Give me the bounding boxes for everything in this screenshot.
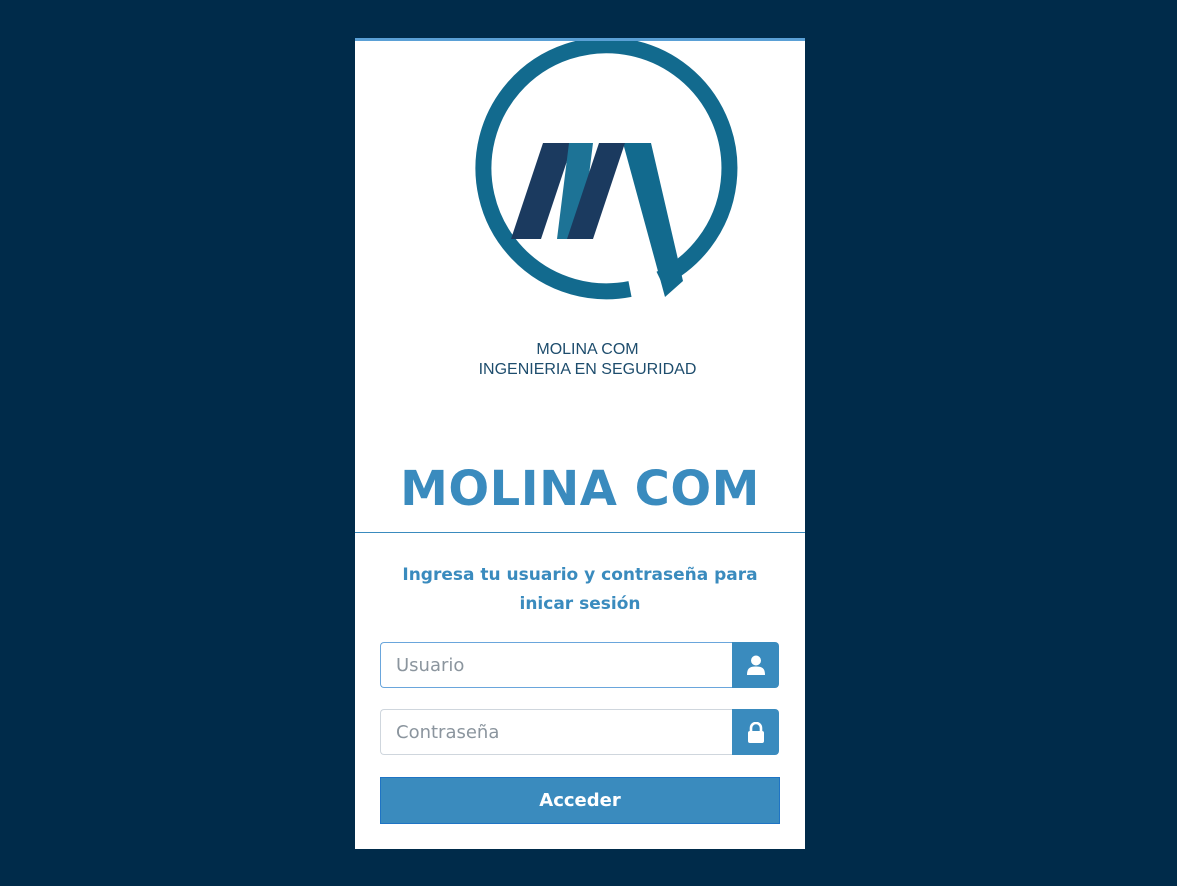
login-button[interactable]: Acceder bbox=[380, 777, 780, 824]
logo-emblem bbox=[475, 41, 738, 300]
login-card: MOLINA COM INGENIERIA EN SEGURIDAD MOLIN… bbox=[355, 38, 805, 849]
company-logo: MOLINA COM INGENIERIA EN SEGURIDAD bbox=[355, 41, 805, 441]
logo-caption-name: MOLINA COM bbox=[536, 341, 639, 358]
password-input-group bbox=[380, 709, 779, 755]
login-instructions: Ingresa tu usuario y contraseña para ini… bbox=[402, 565, 758, 614]
lock-icon bbox=[732, 709, 779, 755]
password-input[interactable] bbox=[380, 709, 732, 755]
user-icon bbox=[732, 642, 779, 688]
username-input[interactable] bbox=[380, 642, 732, 688]
header-divider bbox=[355, 532, 805, 533]
brand-title: MOLINA COM bbox=[400, 461, 760, 517]
logo-caption-tagline: INGENIERIA EN SEGURIDAD bbox=[478, 361, 697, 378]
username-input-group bbox=[380, 642, 779, 688]
